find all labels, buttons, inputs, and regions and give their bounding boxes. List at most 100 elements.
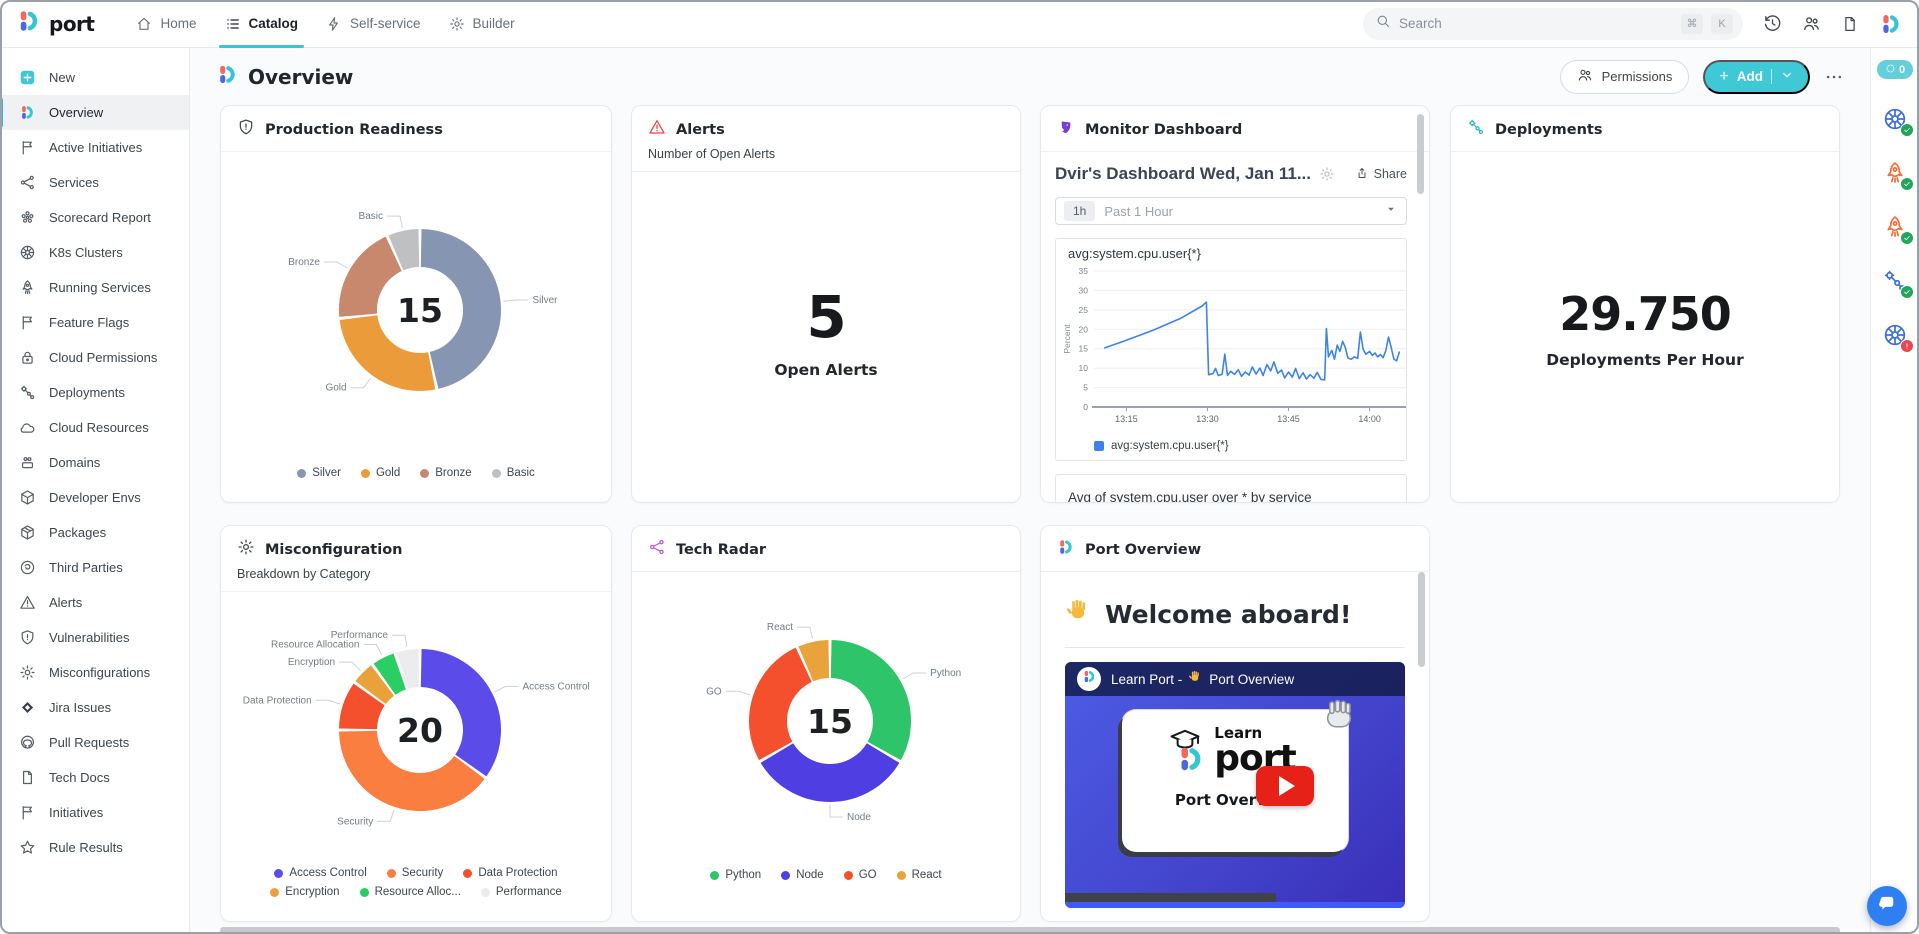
nav-right: Search ⌘ K bbox=[1363, 8, 1903, 40]
page-title: Overview bbox=[248, 65, 353, 89]
sidebar-item-feature-flags[interactable]: Feature Flags bbox=[0, 305, 189, 340]
sidebar-item-deployments[interactable]: Deployments bbox=[0, 375, 189, 410]
widget-tech-radar: Tech Radar PythonNodeGOReact15 PythonNod… bbox=[631, 525, 1021, 922]
sidebar-item-developer-envs[interactable]: Developer Envs bbox=[0, 480, 189, 515]
rail-entity-k8s-0[interactable] bbox=[1882, 106, 1909, 133]
port-overview-scrollbar[interactable] bbox=[1418, 572, 1425, 667]
sidebar-item-running-services[interactable]: Running Services bbox=[0, 270, 189, 305]
rail-entity-k8s-4[interactable] bbox=[1882, 322, 1909, 349]
sidebar-item-label: Vulnerabilities bbox=[49, 630, 129, 645]
legend-dot bbox=[710, 871, 719, 880]
sidebar-item-alerts[interactable]: Alerts bbox=[0, 585, 189, 620]
sidebar-item-vulnerabilities[interactable]: Vulnerabilities bbox=[0, 620, 189, 655]
legend-item-data-protection[interactable]: Data Protection bbox=[463, 867, 557, 879]
legend-item-silver[interactable]: Silver bbox=[297, 467, 341, 479]
rail-entity-rocket-2[interactable] bbox=[1882, 214, 1909, 241]
sidebar-item-third-parties[interactable]: Third Parties bbox=[0, 550, 189, 585]
rail-entity-deploy-3[interactable] bbox=[1882, 268, 1909, 295]
legend-dot bbox=[781, 871, 790, 880]
sidebar-item-domains[interactable]: Domains bbox=[0, 445, 189, 480]
legend-item-basic[interactable]: Basic bbox=[492, 467, 535, 479]
dashboard-settings-icon[interactable] bbox=[1319, 166, 1335, 182]
svg-text:5: 5 bbox=[1083, 383, 1088, 393]
legend-item-resource-alloc[interactable]: Resource Alloc... bbox=[360, 886, 461, 898]
legend-item-encryption[interactable]: Encryption bbox=[270, 886, 339, 898]
sidebar-item-scorecard-report[interactable]: Scorecard Report bbox=[0, 200, 189, 235]
rail-entity-rocket-1[interactable] bbox=[1882, 160, 1909, 187]
sidebar-item-label: Alerts bbox=[49, 595, 82, 610]
monitor-scrollbar[interactable] bbox=[1417, 114, 1424, 194]
port-logo-icon bbox=[16, 8, 42, 39]
svg-text:React: React bbox=[767, 622, 793, 633]
share-button[interactable]: Share bbox=[1355, 166, 1407, 183]
sidebar-item-label: Overview bbox=[49, 105, 103, 120]
page-title-icon bbox=[216, 63, 239, 91]
add-button[interactable]: + Add bbox=[1703, 60, 1810, 94]
sidebar-item-active-initiatives[interactable]: Active Initiatives bbox=[0, 130, 189, 165]
legend-item-react[interactable]: React bbox=[897, 869, 942, 881]
cpu-line-chart[interactable]: 0510152025303513:1513:3013:4514:00Percen… bbox=[1060, 261, 1402, 438]
misconfiguration-donut-chart[interactable]: Access ControlSecurityData ProtectionEnc… bbox=[221, 592, 611, 865]
docs-icon[interactable] bbox=[1841, 15, 1859, 33]
permissions-button[interactable]: Permissions bbox=[1560, 60, 1690, 94]
legend-item-bronze[interactable]: Bronze bbox=[420, 467, 471, 479]
sidebar-item-jira-issues[interactable]: Jira Issues bbox=[0, 690, 189, 725]
search-input[interactable]: Search ⌘ K bbox=[1363, 8, 1743, 40]
wave-emoji-icon bbox=[1188, 670, 1203, 688]
sidebar-item-initiatives[interactable]: Initiatives bbox=[0, 795, 189, 830]
sidebar-item-cloud-permissions[interactable]: Cloud Permissions bbox=[0, 340, 189, 375]
chevron-down-icon[interactable] bbox=[1780, 68, 1794, 85]
sidebar-item-tech-docs[interactable]: Tech Docs bbox=[0, 760, 189, 795]
sidebar-item-cloud-resources[interactable]: Cloud Resources bbox=[0, 410, 189, 445]
legend-item-security[interactable]: Security bbox=[387, 867, 444, 879]
tab-builder[interactable]: Builder bbox=[435, 0, 529, 48]
youtube-play-button[interactable] bbox=[1256, 766, 1314, 806]
video-progress-bar bbox=[1065, 902, 1405, 908]
sidebar-item-label: Pull Requests bbox=[49, 735, 129, 750]
user-avatar[interactable] bbox=[1879, 12, 1903, 36]
production-readiness-donut-chart[interactable]: SilverGoldBronzeBasic15 bbox=[221, 152, 611, 465]
sidebar-item-label: Scorecard Report bbox=[49, 210, 151, 225]
tab-self-service[interactable]: Self-service bbox=[312, 0, 435, 48]
svg-text:20: 20 bbox=[1079, 324, 1089, 334]
legend-item-python[interactable]: Python bbox=[710, 869, 761, 881]
open-alerts-count: 5 bbox=[806, 283, 845, 351]
sidebar-item-k8s-clusters[interactable]: K8s Clusters bbox=[0, 235, 189, 270]
legend-item-go[interactable]: GO bbox=[844, 869, 877, 881]
sidebar-item-services[interactable]: Services bbox=[0, 165, 189, 200]
sidebar-item-overview[interactable]: Overview bbox=[0, 95, 189, 130]
legend-item-gold[interactable]: Gold bbox=[361, 467, 400, 479]
caret-down-icon bbox=[1384, 202, 1398, 221]
history-icon[interactable] bbox=[1763, 14, 1782, 33]
more-options-button[interactable] bbox=[1824, 67, 1844, 87]
invite-users-icon[interactable] bbox=[1802, 14, 1821, 33]
chat-bubble-icon bbox=[1877, 894, 1897, 919]
sync-count-badge[interactable]: 0 bbox=[1877, 60, 1913, 79]
time-range-select[interactable]: 1h Past 1 Hour bbox=[1055, 197, 1407, 225]
sidebar-item-label: Cloud Permissions bbox=[49, 350, 157, 365]
sidebar-item-packages[interactable]: Packages bbox=[0, 515, 189, 550]
svg-text:Encryption: Encryption bbox=[288, 657, 335, 668]
svg-text:15: 15 bbox=[1079, 344, 1089, 354]
svg-text:Bronze: Bronze bbox=[288, 257, 320, 268]
chat-button[interactable] bbox=[1867, 886, 1907, 926]
svg-text:Percent: Percent bbox=[1062, 324, 1072, 354]
tab-catalog[interactable]: Catalog bbox=[211, 0, 313, 48]
time-range-label: Past 1 Hour bbox=[1104, 204, 1375, 219]
widget-deployments: Deployments 29.750 Deployments Per Hour bbox=[1450, 105, 1840, 503]
tech-radar-donut-chart[interactable]: PythonNodeGOReact15 bbox=[631, 572, 1021, 867]
deployments-per-hour-value: 29.750 bbox=[1559, 287, 1731, 341]
sidebar-item-misconfigurations[interactable]: Misconfigurations bbox=[0, 655, 189, 690]
port-logo[interactable]: port bbox=[16, 8, 94, 39]
svg-text:0: 0 bbox=[1083, 402, 1088, 412]
horizontal-scrollbar[interactable] bbox=[220, 927, 1840, 934]
tab-home[interactable]: Home bbox=[122, 0, 210, 48]
sidebar-item-pull-requests[interactable]: Pull Requests bbox=[0, 725, 189, 760]
youtube-video-embed[interactable]: Learn Port - Port Overview bbox=[1065, 662, 1405, 908]
sidebar-item-new[interactable]: New bbox=[0, 60, 189, 95]
legend-item-access-control[interactable]: Access Control bbox=[274, 867, 366, 879]
success-badge-icon bbox=[1900, 177, 1914, 191]
legend-item-performance[interactable]: Performance bbox=[481, 886, 562, 898]
sidebar-item-rule-results[interactable]: Rule Results bbox=[0, 830, 189, 865]
legend-item-node[interactable]: Node bbox=[781, 869, 824, 881]
